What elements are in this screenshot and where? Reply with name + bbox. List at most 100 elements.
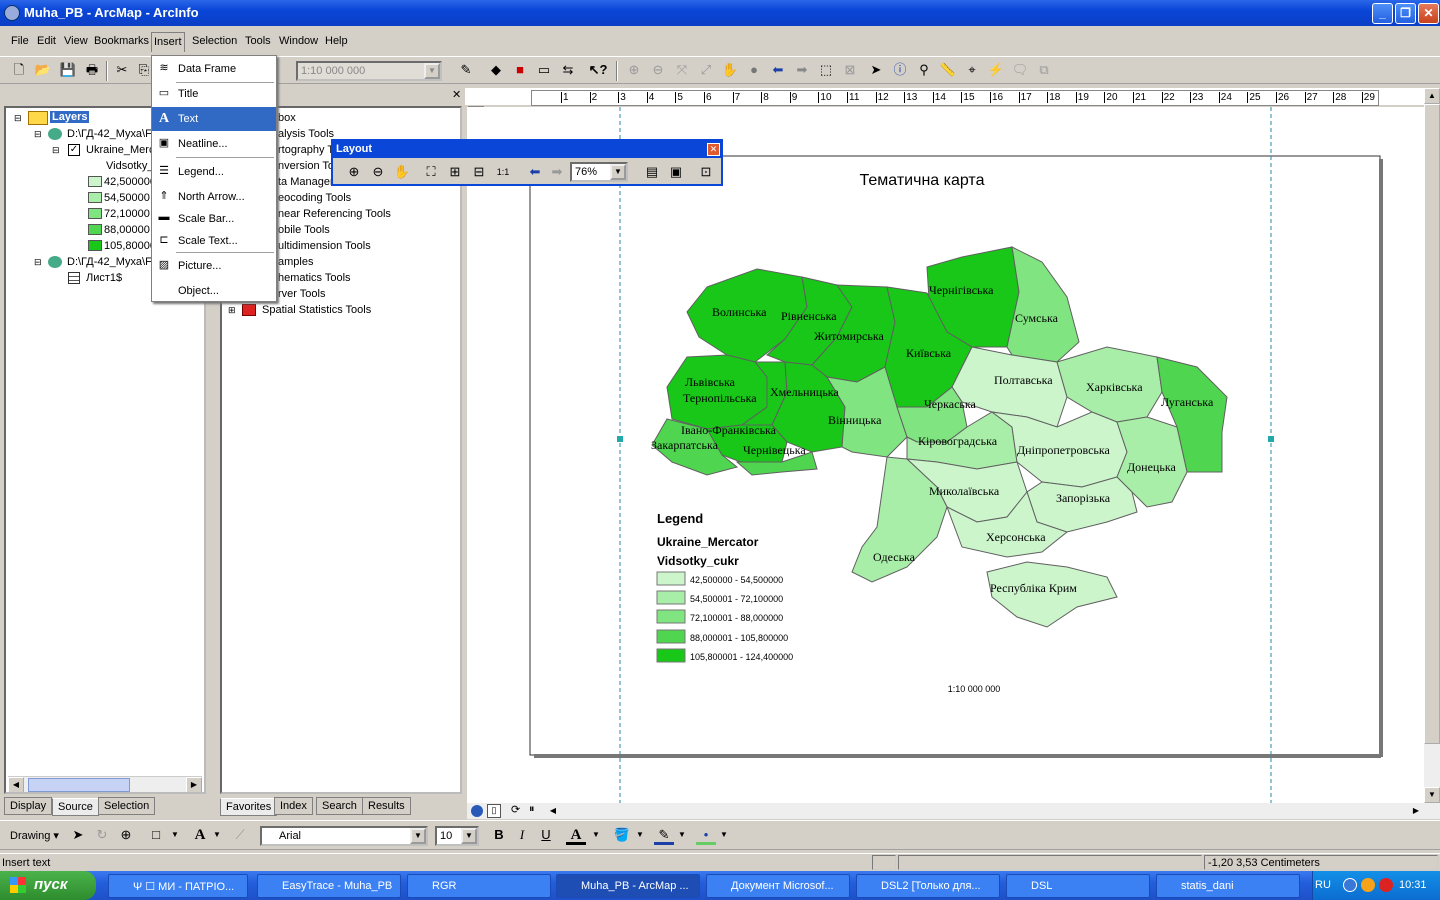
scroll-up-icon[interactable]: ▲ <box>1424 88 1440 104</box>
map-title[interactable]: Тематична карта <box>860 172 985 189</box>
selection-handle[interactable] <box>617 436 623 442</box>
toolbox-item[interactable]: rtography T <box>278 144 334 156</box>
command-line-icon[interactable]: ▭ <box>534 60 554 80</box>
zoom-100-icon[interactable]: 1:1 <box>493 162 513 182</box>
menu-item-data-frame[interactable]: ≋ Data Frame <box>152 57 276 81</box>
taskbar-button-easytrace[interactable]: EasyTrace - Muha_PB <box>257 874 401 898</box>
collapse-icon[interactable]: ⊟ <box>34 129 42 140</box>
taskbar-button-dsl[interactable]: DSL <box>1006 874 1150 898</box>
go-forward-extent-icon[interactable]: ➡ <box>547 162 567 182</box>
clear-selection-icon[interactable]: ⊠ <box>840 60 860 80</box>
model-builder-icon[interactable]: ⇆ <box>558 60 578 80</box>
toc-layer-name[interactable]: Ukraine_Merca <box>86 144 161 156</box>
toolbox-item[interactable]: near Referencing Tools <box>278 208 391 220</box>
edit-vertices-icon[interactable]: ⟋ <box>230 825 250 845</box>
hyperlink-icon[interactable]: ⚡ <box>986 60 1006 80</box>
focus-data-frame-icon[interactable]: ▣ <box>666 162 686 182</box>
toolbox-item[interactable]: eocoding Tools <box>278 192 351 204</box>
menu-item-scale-text[interactable]: ⊏ Scale Text... <box>152 229 276 253</box>
menu-help[interactable]: Help <box>325 35 348 47</box>
toolbox-item[interactable]: box <box>278 112 296 124</box>
map-scale-combo[interactable]: 1:10 000 000 ▼ <box>296 61 442 81</box>
taskbar-button-rgr[interactable]: RGR <box>407 874 551 898</box>
select-elements-icon[interactable]: ➤ <box>866 60 886 80</box>
go-to-xy-icon[interactable]: ⌖ <box>962 60 982 80</box>
tab-selection[interactable]: Selection <box>98 797 156 815</box>
menu-insert[interactable]: Insert <box>151 32 185 52</box>
tab-results[interactable]: Results <box>362 797 411 815</box>
menu-bookmarks[interactable]: Bookmarks <box>94 35 149 47</box>
add-data-icon[interactable]: ◆ <box>486 60 506 80</box>
editor-toolbar-icon[interactable]: ✎ <box>456 60 476 80</box>
tab-display[interactable]: Display <box>4 797 53 815</box>
antivirus-icon[interactable] <box>1379 878 1393 892</box>
chevron-down-icon[interactable]: ▼ <box>424 63 440 79</box>
expand-icon[interactable]: ⊞ <box>228 305 236 316</box>
vertical-scrollbar[interactable]: ▲ ▼ <box>1424 88 1440 803</box>
tab-favorites[interactable]: Favorites <box>220 798 278 816</box>
chevron-down-icon[interactable]: ▼ <box>461 828 477 844</box>
font-size-combo[interactable]: 10 ▼ <box>435 826 479 846</box>
toolbox-item[interactable]: rver Tools <box>278 288 325 300</box>
start-button[interactable]: пуск <box>0 871 96 900</box>
fixed-zoom-in-icon[interactable]: ⤧ <box>672 60 692 80</box>
data-view-icon[interactable] <box>471 805 483 817</box>
toolbox-item[interactable]: hematics Tools <box>278 272 351 284</box>
cut-icon[interactable]: ✂ <box>112 60 132 80</box>
rotate-icon[interactable]: ↻ <box>92 825 112 845</box>
fixed-zoom-out-icon[interactable]: ⊟ <box>469 162 489 182</box>
rectangle-icon[interactable]: □ <box>146 825 166 845</box>
scrollbar-thumb[interactable] <box>28 778 130 792</box>
full-extent-icon[interactable]: ● <box>744 60 764 80</box>
menu-view[interactable]: View <box>64 35 88 47</box>
zoom-to-selected-icon[interactable]: ⊕ <box>116 825 136 845</box>
menu-item-north-arrow[interactable]: ⇑ North Arrow... <box>152 185 276 209</box>
scroll-down-icon[interactable]: ▼ <box>1424 787 1440 803</box>
toolbox-item[interactable]: Spatial Statistics Tools <box>262 304 371 316</box>
pause-drawing-icon[interactable]: ⏸ <box>529 803 535 816</box>
toolbox-item[interactable]: ta Managem <box>278 176 339 188</box>
zoom-out-icon[interactable]: ⊖ <box>648 60 668 80</box>
tab-source[interactable]: Source <box>52 798 99 816</box>
close-button[interactable]: ✕ <box>1418 3 1439 24</box>
new-document-icon[interactable]: 🗋 <box>9 60 29 80</box>
collapse-icon[interactable]: ⊟ <box>34 257 42 268</box>
scrollbar-thumb[interactable] <box>1424 104 1440 744</box>
chevron-down-icon[interactable]: ▼ <box>586 825 606 845</box>
pan-icon[interactable]: ✋ <box>392 162 412 182</box>
zoom-whole-page-icon[interactable]: ⛶ <box>421 162 441 182</box>
language-indicator[interactable]: RU <box>1315 879 1331 891</box>
toggle-draft-mode-icon[interactable]: ▤ <box>642 162 662 182</box>
toolbox-item[interactable]: amples <box>278 256 313 268</box>
maximize-button[interactable]: ❐ <box>1395 3 1416 24</box>
zoom-in-icon[interactable]: ⊕ <box>344 162 364 182</box>
identify-icon[interactable]: ⓘ <box>890 60 910 80</box>
measure-icon[interactable]: 📏 <box>938 60 958 80</box>
toc-data-frame-2[interactable]: D:\ГД-42_Муха\F <box>67 256 152 268</box>
tab-search[interactable]: Search <box>316 797 363 815</box>
marker-color-icon[interactable]: • <box>696 825 716 845</box>
close-icon[interactable]: ✕ <box>707 143 720 156</box>
menu-edit[interactable]: Edit <box>37 35 56 47</box>
collapse-icon[interactable]: ⊟ <box>14 113 22 124</box>
select-features-icon[interactable]: ⬚ <box>816 60 836 80</box>
change-layout-icon[interactable]: ⊡ <box>696 162 716 182</box>
bold-icon[interactable]: B <box>489 825 509 845</box>
tab-index[interactable]: Index <box>274 797 313 815</box>
refresh-icon[interactable]: ⟳ <box>511 803 520 816</box>
fixed-zoom-out-icon[interactable]: ⤢ <box>696 60 716 80</box>
line-color-icon[interactable]: ✎ <box>654 825 674 845</box>
menu-item-title[interactable]: ▭ Title <box>152 82 276 106</box>
toc-table[interactable]: Лист1$ <box>86 272 122 284</box>
chevron-down-icon[interactable]: ▼ <box>714 825 734 845</box>
pan-hand-icon[interactable]: ✋ <box>720 60 740 80</box>
back-arrow-icon[interactable]: ⬅ <box>768 60 788 80</box>
layer-visibility-checkbox[interactable]: ✓ <box>68 144 80 156</box>
toolbox-item[interactable]: alysis Tools <box>278 128 334 140</box>
drawing-menu[interactable]: Drawing ▾ <box>10 829 59 842</box>
toolbox-item[interactable]: ultidimension Tools <box>278 240 371 252</box>
underline-icon[interactable]: U <box>536 825 556 845</box>
print-icon[interactable]: 🖶 <box>82 60 102 80</box>
open-icon[interactable]: 📂 <box>33 60 53 80</box>
fixed-zoom-in-icon[interactable]: ⊞ <box>445 162 465 182</box>
